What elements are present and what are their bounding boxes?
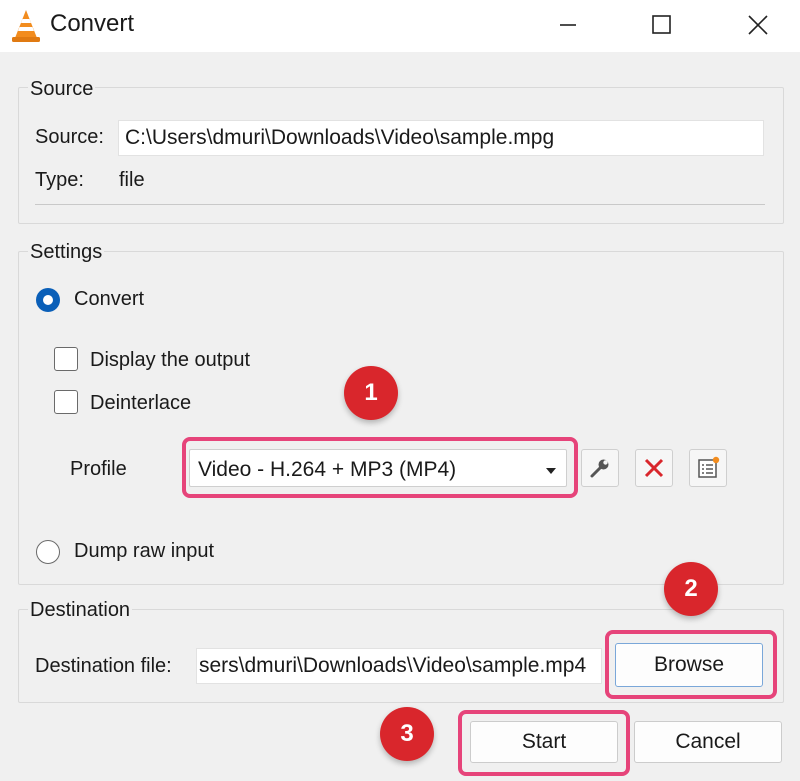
window-title: Convert [50, 10, 135, 37]
new-profile-icon [698, 456, 720, 478]
minimize-icon [560, 24, 576, 26]
minimize-button[interactable] [536, 0, 600, 50]
profile-label: Profile [70, 458, 127, 480]
step-3-badge: 3 [380, 707, 434, 761]
dump-raw-label: Dump raw input [74, 540, 215, 562]
cancel-button[interactable]: Cancel [634, 721, 782, 763]
source-path-field[interactable]: C:\Users\dmuri\Downloads\Video\sample.mp… [118, 120, 764, 156]
source-group-title: Source [28, 78, 96, 101]
deinterlace-label: Deinterlace [90, 392, 192, 414]
destination-group-title: Destination [28, 599, 133, 622]
source-divider [35, 204, 765, 205]
profile-highlight [182, 437, 578, 498]
type-value: file [119, 169, 145, 191]
start-highlight [458, 710, 630, 776]
maximize-button[interactable] [630, 0, 694, 50]
vlc-cone-icon [12, 10, 40, 42]
display-output-checkbox[interactable] [54, 347, 78, 371]
source-label: Source: [35, 126, 104, 148]
destination-file-label: Destination file: [35, 655, 172, 677]
maximize-icon [652, 15, 671, 34]
type-label: Type: [35, 169, 84, 191]
destination-file-field[interactable]: sers\dmuri\Downloads\Video\sample.mp4 [196, 648, 602, 684]
close-icon [748, 15, 768, 35]
edit-profile-button[interactable] [581, 449, 619, 487]
delete-x-icon [644, 458, 664, 478]
deinterlace-checkbox[interactable] [54, 390, 78, 414]
title-bar: Convert [0, 0, 800, 52]
display-output-label: Display the output [90, 349, 251, 371]
step-1-badge: 1 [344, 366, 398, 420]
close-button[interactable] [726, 0, 790, 50]
delete-profile-button[interactable] [635, 449, 673, 487]
wrench-icon [590, 459, 609, 478]
settings-group-title: Settings [28, 241, 105, 264]
convert-radio[interactable] [36, 288, 60, 312]
step-2-badge: 2 [664, 562, 718, 616]
new-profile-button[interactable] [689, 449, 727, 487]
dump-raw-radio[interactable] [36, 540, 60, 564]
browse-highlight [605, 630, 777, 699]
convert-label: Convert [74, 288, 145, 310]
